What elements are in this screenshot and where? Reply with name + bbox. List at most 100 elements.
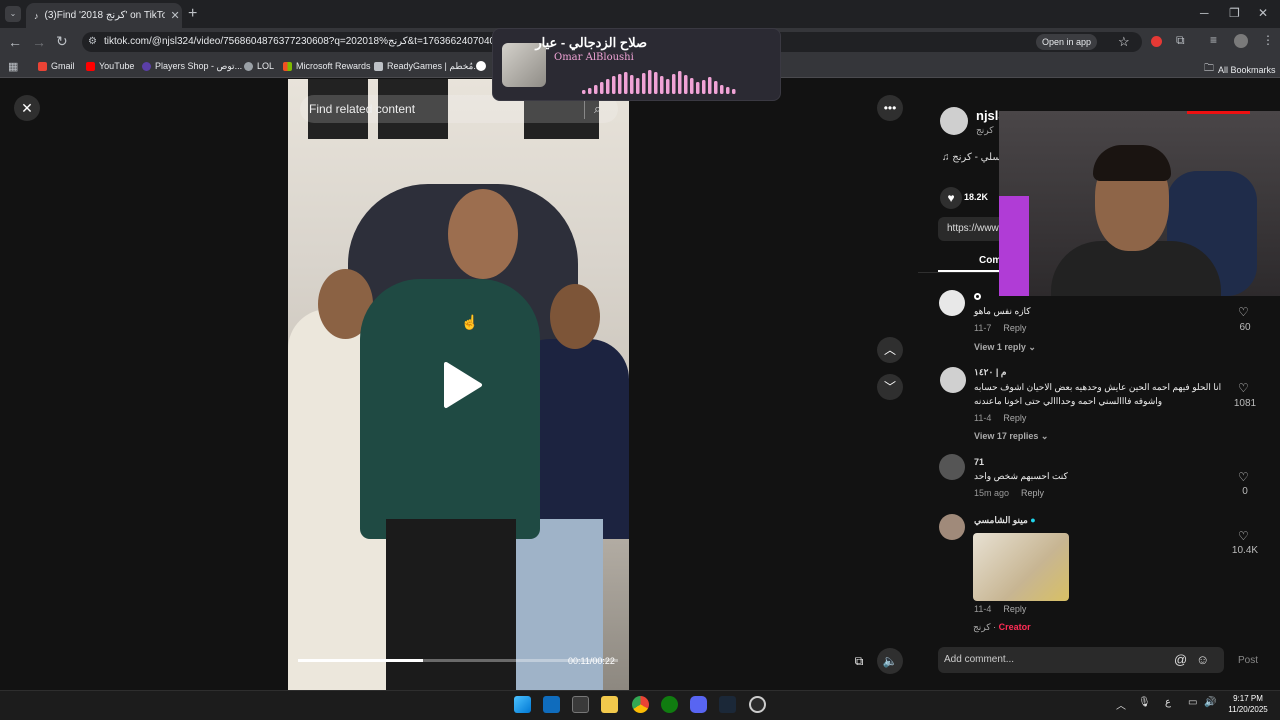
apps-icon[interactable]: ▦ (8, 60, 18, 73)
comment-name-icon (974, 293, 981, 300)
search-icon[interactable]: ⌕ (594, 101, 601, 117)
bookmark-readygames[interactable]: ReadyGames | مُخطم... (374, 61, 481, 72)
file-explorer-icon[interactable] (601, 696, 618, 713)
open-in-app-button[interactable]: Open in app (1036, 34, 1098, 50)
menu-icon[interactable]: ⋮ (1262, 33, 1274, 47)
comment-like-icon[interactable]: ♡ (1238, 305, 1249, 319)
browser-tab[interactable]: ♪ (3)Find '2018 كرنج' on TikTok | T ✕ (26, 3, 182, 28)
tab-search-button[interactable]: ⌄ (5, 6, 21, 22)
music-link[interactable]: ♫ سلي - كرنج (942, 152, 1001, 163)
bookmark-players-shop[interactable]: Players Shop - توص... (142, 61, 242, 72)
comment-like-icon[interactable]: ♡ (1238, 470, 1249, 484)
waveform-bar (588, 88, 592, 94)
waveform-bar (726, 87, 730, 94)
bookmark-lol[interactable]: LOL (244, 61, 274, 71)
steam-icon[interactable] (719, 696, 736, 713)
forward-icon[interactable]: → (32, 34, 46, 50)
mention-icon[interactable]: @ (1174, 652, 1187, 667)
site-info-icon[interactable]: ⚙ (88, 36, 97, 47)
tab-search-icon[interactable]: ≡ (1210, 33, 1217, 47)
author-avatar[interactable] (940, 107, 968, 135)
close-tab-icon[interactable]: ✕ (171, 9, 180, 22)
xbox-icon[interactable] (661, 696, 678, 713)
mouse-cursor-icon: ☝ (461, 314, 479, 330)
input-language[interactable]: ع (1165, 697, 1171, 708)
pip-icon[interactable]: ⧉ (846, 648, 872, 674)
discord-icon[interactable] (690, 696, 707, 713)
comment-avatar[interactable] (939, 290, 965, 316)
tray-overflow-icon[interactable]: ︿ (1116, 697, 1126, 712)
maximize-icon[interactable]: ❐ (1229, 6, 1240, 20)
comment-username[interactable]: مينو الشامسي ● (974, 515, 1036, 526)
bookmark-microsoft-rewards[interactable]: Microsoft Rewards (283, 61, 371, 71)
bookmark-youtube[interactable]: YouTube (86, 61, 134, 71)
comment-username[interactable]: 71 (974, 457, 984, 467)
extensions-icon[interactable]: ⧉ (1176, 33, 1185, 48)
profile-avatar[interactable] (1234, 34, 1248, 48)
store-icon[interactable] (572, 696, 589, 713)
youtube-icon (86, 61, 95, 71)
video-link: https://www (947, 223, 999, 234)
waveform-bar (690, 78, 694, 94)
close-video-button[interactable]: ✕ (14, 95, 40, 121)
chrome-icon[interactable] (632, 696, 649, 713)
more-options-button[interactable]: ••• (877, 95, 903, 121)
view-replies-button[interactable]: View 17 replies ⌄ (974, 431, 1048, 442)
creator-reply: كرنج · Creator (973, 622, 1031, 632)
play-icon[interactable] (440, 360, 484, 410)
comment-like-count: 1081 (1233, 398, 1257, 409)
reload-icon[interactable]: ↻ (56, 33, 68, 50)
obs-icon[interactable] (749, 696, 766, 713)
comment-avatar[interactable] (939, 454, 965, 480)
comment-like-icon[interactable]: ♡ (1238, 529, 1249, 543)
post-button[interactable]: Post (1238, 655, 1258, 666)
outlook-icon[interactable] (543, 696, 560, 713)
previous-video-button[interactable]: ︿ (877, 337, 903, 363)
comment-avatar[interactable] (939, 514, 965, 540)
microsoft-icon (283, 61, 292, 71)
waveform-bar (672, 74, 676, 94)
waveform-bar (732, 89, 736, 94)
like-button[interactable]: ♥ (940, 187, 962, 209)
network-icon[interactable]: ▭ (1188, 697, 1197, 708)
bookmark-extra-icon[interactable] (476, 61, 486, 71)
new-tab-button[interactable]: + (188, 5, 197, 23)
waveform-bar (624, 72, 628, 94)
waveform-bar (630, 75, 634, 94)
reply-button[interactable]: Reply (1003, 413, 1026, 423)
start-icon[interactable] (514, 696, 531, 713)
reply-button[interactable]: Reply (1003, 323, 1026, 333)
emoji-icon[interactable]: ☺ (1196, 652, 1209, 667)
tab-comments[interactable]: Com (979, 255, 1001, 266)
minimize-icon[interactable]: ─ (1200, 6, 1209, 20)
reply-button[interactable]: Reply (1003, 604, 1026, 614)
close-window-icon[interactable]: ✕ (1258, 6, 1268, 20)
folder-icon: 🗀 (1204, 63, 1214, 74)
comment-like-icon[interactable]: ♡ (1238, 381, 1249, 395)
microphone-icon[interactable]: 🎙 (1138, 697, 1151, 708)
comment-image[interactable] (973, 533, 1069, 601)
extension-icon[interactable] (1151, 36, 1162, 47)
view-replies-button[interactable]: View 1 reply ⌄ (974, 342, 1036, 353)
bookmark-gmail[interactable]: Gmail (38, 61, 75, 71)
comment-placeholder: Add comment... (944, 654, 1015, 665)
comment-avatar[interactable] (940, 367, 966, 393)
speaker-icon[interactable]: 🔊 (1204, 697, 1216, 708)
waveform-bar (708, 77, 712, 94)
all-bookmarks[interactable]: 🗀 All Bookmarks (1204, 61, 1276, 78)
url-text[interactable]: tiktok.com/@njsl324/video/75686048763772… (104, 36, 495, 47)
volume-icon[interactable]: 🔈 (877, 648, 903, 674)
waveform-bar (660, 76, 664, 94)
waveform-bar (684, 75, 688, 94)
waveform-bar (714, 81, 718, 94)
bookmark-star-icon[interactable]: ☆ (1118, 34, 1130, 50)
waveform-bar (600, 82, 604, 94)
taskbar-clock[interactable]: 9:17 PM 11/20/2025 (1226, 693, 1270, 715)
next-video-button[interactable]: ﹀ (877, 374, 903, 400)
comment-text-line2: واشوفه فااالسني احمه وحدااالي حتى اخونا … (974, 396, 1163, 406)
back-icon[interactable]: ← (8, 34, 22, 50)
comment-meta: 11-4 Reply (974, 413, 1027, 423)
reply-button[interactable]: Reply (1021, 488, 1044, 498)
waveform-bar (666, 79, 670, 94)
comment-username[interactable]: م | ١٤٢٠ (974, 367, 1006, 378)
